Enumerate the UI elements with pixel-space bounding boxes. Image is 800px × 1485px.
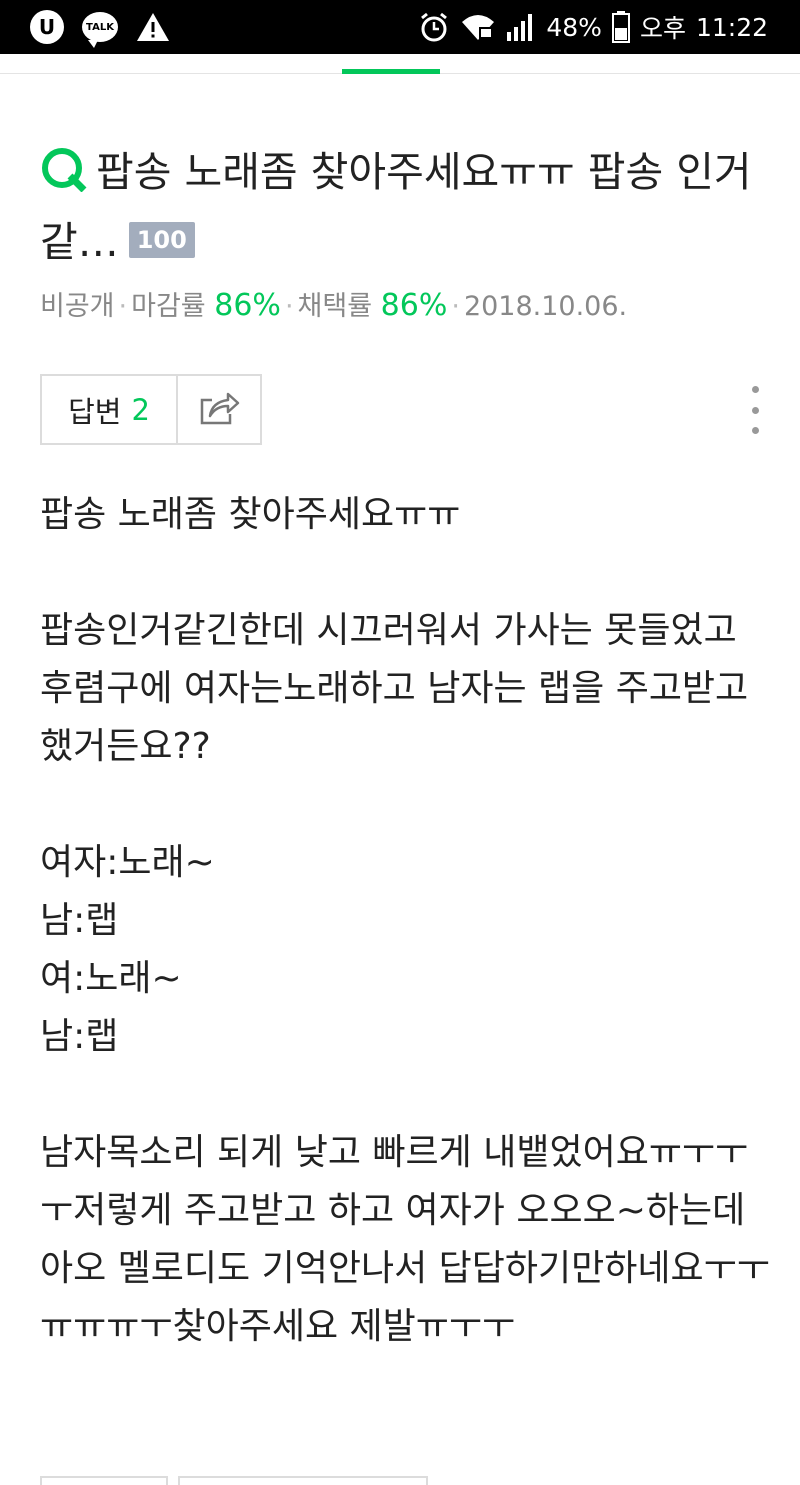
close-rate-label: 마감률: [131, 291, 206, 322]
status-bar: U TALK 48% 오후 11:22: [0, 0, 800, 54]
answer-count: 2: [131, 392, 150, 427]
visibility-label: 비공개: [40, 291, 115, 322]
signal-icon: [506, 12, 536, 42]
adopt-rate-label: 채택률: [297, 291, 373, 322]
bottom-buttons-partial: [40, 1476, 428, 1485]
question-meta: 비공개 · 마감률 86% · 채택률 86% · 2018.10.06.: [40, 284, 627, 323]
meta-separator: ·: [118, 291, 128, 322]
adopt-rate-value: 86%: [380, 288, 448, 323]
question-actions: 답변 2: [40, 374, 262, 445]
answer-label: 답변: [68, 394, 122, 429]
active-tab-indicator: [342, 69, 440, 74]
talk-label: TALK: [86, 21, 114, 33]
u-plus-icon: U: [30, 10, 64, 44]
notification-icons: U TALK: [30, 8, 170, 48]
battery-percent: 48%: [546, 12, 602, 42]
bottom-button-left[interactable]: [40, 1476, 168, 1485]
bottom-button-right[interactable]: [178, 1476, 428, 1485]
system-indicators: 48% 오후 11:22: [418, 8, 768, 46]
question-q-icon: [40, 146, 88, 210]
meta-separator: ·: [284, 291, 294, 322]
battery-icon: [611, 11, 630, 43]
warning-icon: [136, 12, 170, 42]
time-ampm: 오후: [639, 14, 686, 43]
wifi-icon: [460, 12, 496, 42]
more-options-icon[interactable]: [740, 380, 770, 440]
clock-time: 11:22: [695, 12, 768, 42]
question-title: 팝송 노래좀 찾아주세요ㅠㅠ 팝송 인거같… 100: [40, 140, 760, 274]
kakaotalk-icon: TALK: [82, 12, 118, 48]
share-button[interactable]: [178, 376, 260, 443]
alarm-icon: [418, 11, 450, 43]
u-plus-label: U: [38, 15, 56, 39]
question-date: 2018.10.06.: [463, 291, 628, 322]
meta-separator: ·: [451, 291, 460, 322]
answer-button[interactable]: 답변 2: [42, 376, 178, 443]
points-badge: 100: [128, 222, 195, 258]
share-icon: [198, 390, 240, 430]
question-body: 팝송 노래좀 찾아주세요ㅠㅠ 팝송인거같긴한데 시끄러워서 가사는 못들었고 후…: [40, 494, 770, 1347]
close-rate-value: 86%: [214, 288, 281, 323]
